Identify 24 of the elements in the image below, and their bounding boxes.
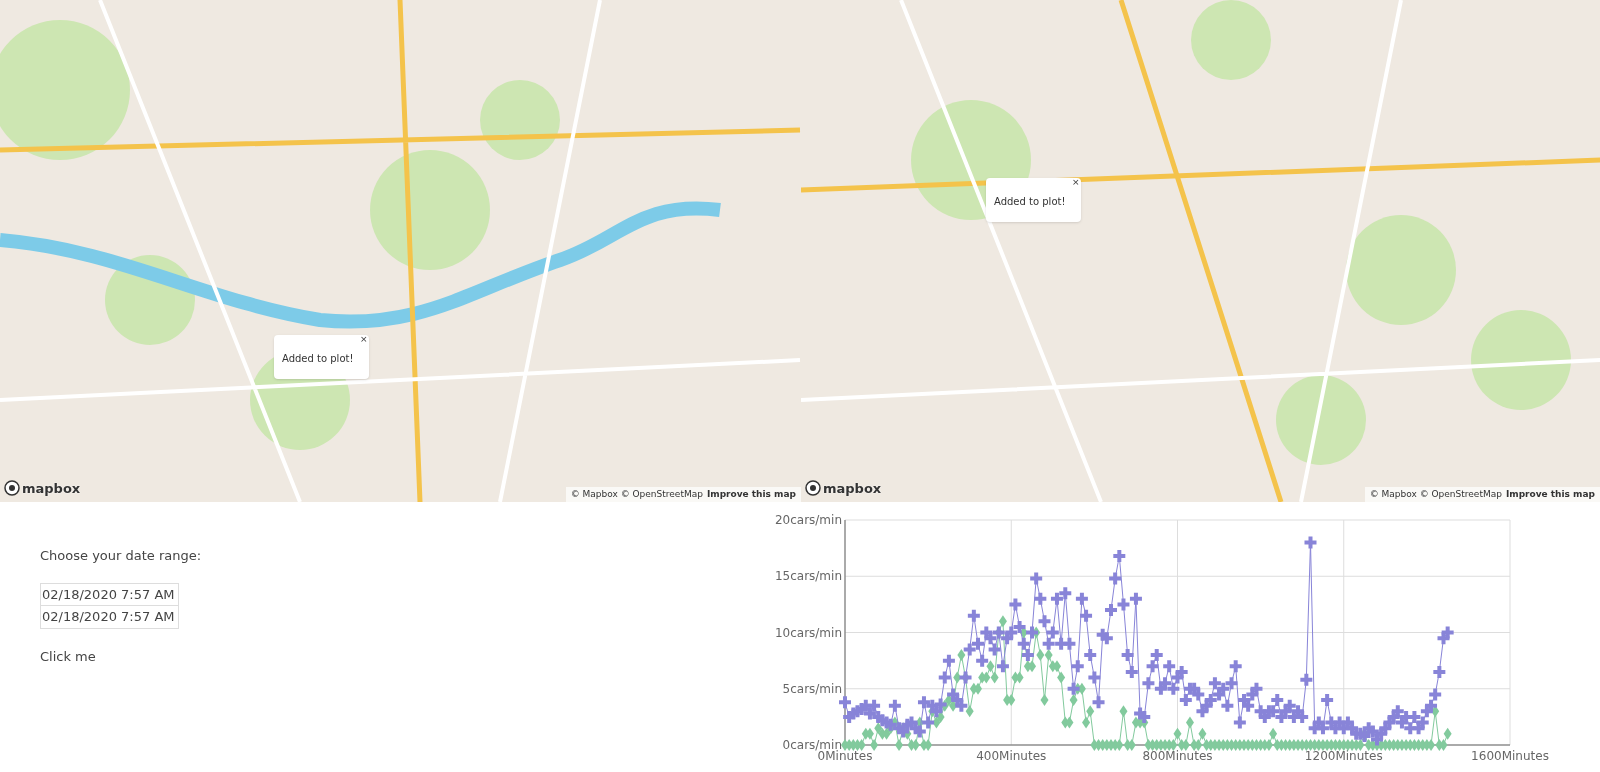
x-tick-label: 1600Minutes [1471,749,1549,763]
improve-map-link[interactable]: Improve this map [1505,487,1595,501]
logo-text[interactable]: mapbox [22,481,81,495]
popup-text: Added to plot! [994,196,1066,207]
attribution-text: © Mapbox © OpenStreetMap [570,487,703,501]
attribution-text: © Mapbox © OpenStreetMap [1369,487,1502,501]
x-tick-label: 1200Minutes [1304,749,1383,763]
end-date-field[interactable]: 02/18/2020 7:57 AM [40,605,179,629]
start-date-field[interactable]: 02/18/2020 7:57 AM [40,582,179,606]
y-tick-label: 15cars/min [774,569,842,584]
close-button[interactable]: × [359,335,368,344]
y-tick-label: 20cars/min [774,513,842,527]
x-tick-label: 0Minutes [817,749,873,763]
popup-text: Added to plot! [282,353,354,364]
x-tick-label: 400Minutes [976,749,1047,763]
x-tick-label: 800Minutes [1142,749,1213,763]
y-tick-label: 0cars/min [782,738,842,752]
improve-map-link[interactable]: Improve this map [706,487,796,501]
y-tick-label: 5cars/min [782,681,842,696]
y-tick-label: 10cars/min [774,625,842,640]
click-me-button[interactable]: Click me [40,646,96,666]
date-range-label: Choose your date range: [40,547,202,565]
close-button[interactable]: × [1071,178,1080,187]
logo-text[interactable]: mapbox [823,481,882,495]
